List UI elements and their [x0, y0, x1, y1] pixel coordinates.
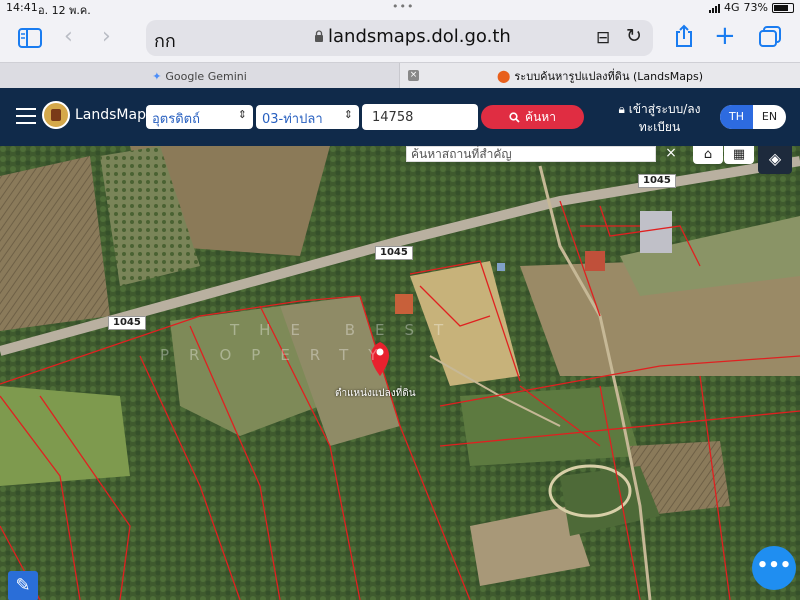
close-icon[interactable]: ×: [662, 146, 680, 162]
menu-icon[interactable]: [16, 108, 36, 129]
search-button[interactable]: ค้นหา: [481, 105, 584, 129]
brand-name: LandsMaps: [75, 107, 154, 123]
updown-chevron-icon: ⇕: [343, 108, 353, 121]
home-icon[interactable]: ⌂: [693, 146, 723, 164]
gemini-icon: ✦: [152, 69, 162, 83]
text-size-button[interactable]: กก: [154, 26, 176, 55]
district-value: 03-ท่าปลา: [262, 112, 323, 127]
updown-chevron-icon: ⇕: [237, 108, 247, 121]
user-icon: 🔒︎: [618, 102, 625, 116]
place-search-input[interactable]: ค้นหาสถานที่สำคัญ: [406, 146, 656, 162]
map-imagery[interactable]: [0, 146, 800, 600]
tab-google-gemini[interactable]: ✦ Google Gemini: [0, 63, 400, 89]
landsmaps-header: LandsMaps อุตรดิตถ์ ⇕ 03-ท่าปลา ⇕ ค้นหา …: [0, 88, 800, 146]
status-right: 4G 73%: [709, 1, 794, 14]
dol-logo: [42, 101, 70, 129]
share-icon[interactable]: [674, 24, 694, 53]
satellite-map[interactable]: THE BEST PROPERTY 1045 1045 1045 ตำแหน่ง…: [0, 146, 800, 600]
lang-th-button[interactable]: TH: [720, 105, 753, 129]
language-toggle[interactable]: TH EN: [720, 105, 786, 129]
back-icon[interactable]: ‹: [64, 26, 73, 48]
grid-icon[interactable]: ▦: [724, 146, 754, 164]
district-select[interactable]: 03-ท่าปลา ⇕: [256, 105, 359, 129]
search-button-label: ค้นหา: [525, 109, 556, 124]
safari-toolbar: ‹ › กก landsmaps.dol.go.th ⊟ ↻ +: [0, 16, 800, 62]
multitask-dots-icon[interactable]: •••: [392, 0, 414, 13]
tab-landsmaps[interactable]: × ⬤ ระบบค้นหารูปแปลงที่ดิน (LandsMaps): [400, 63, 800, 89]
road-label: 1045: [375, 246, 413, 260]
tab-bar: ✦ Google Gemini × ⬤ ระบบค้นหารูปแปลงที่ด…: [0, 62, 800, 89]
extension-icon[interactable]: ⊟: [596, 28, 610, 48]
new-tab-icon[interactable]: +: [714, 23, 736, 49]
close-tab-icon[interactable]: ×: [408, 70, 419, 81]
address-bar[interactable]: กก landsmaps.dol.go.th ⊟ ↻: [146, 20, 653, 56]
battery-percent: 73%: [743, 1, 768, 14]
network-type: 4G: [724, 1, 740, 14]
measure-tool-icon[interactable]: ✎: [8, 571, 38, 600]
location-pin-icon: ⬤: [496, 69, 511, 83]
battery-icon: [772, 2, 794, 13]
watermark-line-1: THE BEST: [230, 321, 464, 339]
search-icon: [509, 111, 520, 123]
lock-icon: [315, 30, 323, 42]
road-label: 1045: [108, 316, 146, 330]
watermark-line-2: PROPERTY: [160, 346, 398, 364]
province-value: อุตรดิตถ์: [152, 112, 200, 127]
signal-icon: [709, 3, 721, 13]
clock: 14:41: [6, 1, 38, 14]
road-label: 1045: [638, 174, 676, 188]
reload-icon[interactable]: ↻: [626, 25, 642, 47]
tabs-overview-icon[interactable]: [758, 26, 782, 53]
tab-label: Google Gemini: [165, 69, 247, 83]
url-text: landsmaps.dol.go.th: [328, 26, 511, 47]
lang-en-button[interactable]: EN: [753, 105, 786, 129]
more-options-icon[interactable]: •••: [752, 546, 796, 590]
parcel-number-input[interactable]: [362, 104, 478, 130]
status-bar: 14:41 อ. 12 พ.ค. ••• 4G 73%: [0, 0, 800, 17]
sidebar-icon[interactable]: [18, 28, 42, 53]
login-link[interactable]: 🔒︎ เข้าสู่ระบบ/ลงทะเบียน: [612, 100, 707, 136]
layers-icon[interactable]: ◈: [758, 146, 792, 174]
province-select[interactable]: อุตรดิตถ์ ⇕: [146, 105, 253, 129]
tab-label: ระบบค้นหารูปแปลงที่ดิน (LandsMaps): [514, 70, 704, 83]
pin-label: ตำแหน่งแปลงที่ดิน: [335, 388, 416, 399]
forward-icon[interactable]: ›: [102, 26, 111, 48]
login-label: เข้าสู่ระบบ/ลงทะเบียน: [628, 102, 701, 134]
